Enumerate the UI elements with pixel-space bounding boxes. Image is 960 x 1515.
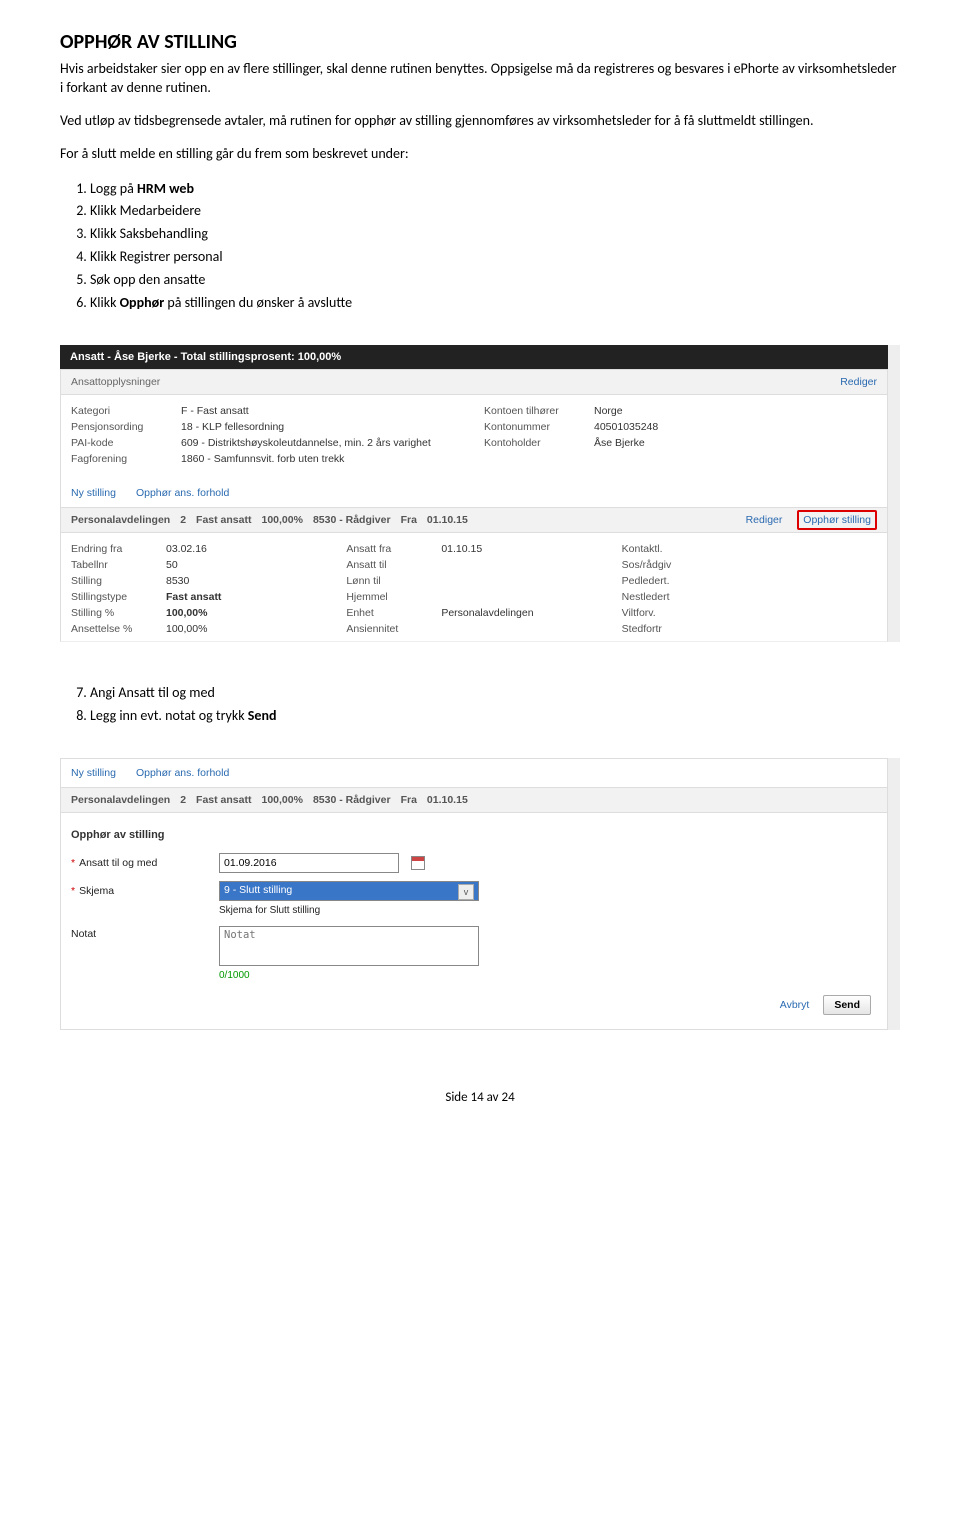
- list-item: Legg inn evt. notat og trykk Send: [90, 705, 900, 728]
- stilling-header: Personalavdelingen 2 Fast ansatt 100,00%…: [71, 514, 468, 526]
- value-kontoholder: Åse Bjerke: [594, 437, 877, 449]
- char-counter: 0/1000: [219, 970, 877, 981]
- stilling-header-2: Personalavdelingen 2 Fast ansatt 100,00%…: [71, 794, 468, 806]
- label-pensjon: Pensjonsording: [71, 421, 181, 433]
- value-enhet: Personalavdelingen: [441, 607, 601, 619]
- label-ansatt-til: Ansatt til: [346, 559, 441, 571]
- screenshot-2: Ny stilling Opphør ans. forhold Personal…: [60, 758, 900, 1030]
- value-ansettelse-prosent: 100,00%: [166, 623, 326, 635]
- steps-list-2: Angi Ansatt til og med Legg inn evt. not…: [90, 682, 900, 728]
- label-pedledert: Pedledert.: [622, 575, 717, 587]
- value-pai: 609 - Distriktshøyskoleutdannelse, min. …: [181, 437, 464, 449]
- label-nestledert: Nestledert: [622, 591, 717, 603]
- paragraph-1: Hvis arbeidstaker sier opp en av flere s…: [60, 60, 900, 98]
- label-sosradgiv: Sos/rådgiv: [622, 559, 717, 571]
- label-skjema: Skjema: [79, 885, 114, 897]
- value-ansatt-til: [441, 559, 601, 571]
- list-item: Angi Ansatt til og med: [90, 682, 900, 705]
- list-item: Klikk Medarbeidere: [90, 200, 900, 223]
- label-ansatt-til-og-med: Ansatt til og med: [79, 857, 157, 869]
- rediger-link[interactable]: Rediger: [840, 376, 877, 388]
- ansatt-til-og-med-input[interactable]: [219, 853, 399, 873]
- label-ansatt-fra: Ansatt fra: [346, 543, 441, 555]
- list-item: Søk opp den ansatte: [90, 269, 900, 292]
- avbryt-link[interactable]: Avbryt: [780, 999, 810, 1011]
- list-item: Logg på HRM web: [90, 178, 900, 201]
- label-stilling: Stilling: [71, 575, 166, 587]
- label-kontonummer: Kontonummer: [484, 421, 594, 433]
- label-endring-fra: Endring fra: [71, 543, 166, 555]
- label-pai: PAI-kode: [71, 437, 181, 449]
- paragraph-2: Ved utløp av tidsbegrensede avtaler, må …: [60, 112, 900, 131]
- value-pensjon: 18 - KLP fellesordning: [181, 421, 464, 433]
- screenshot-1: Ansatt - Åse Bjerke - Total stillingspro…: [60, 345, 900, 642]
- value-fagforening: 1860 - Samfunnsvit. forb uten trekk: [181, 453, 464, 465]
- notat-textarea[interactable]: [219, 926, 479, 966]
- send-button[interactable]: Send: [823, 995, 871, 1015]
- label-enhet: Enhet: [346, 607, 441, 619]
- label-kontoholder: Kontoholder: [484, 437, 594, 449]
- highlight-box: Opphør stilling: [797, 510, 877, 530]
- list-item: Klikk Registrer personal: [90, 246, 900, 269]
- required-icon: *: [71, 885, 75, 897]
- required-icon: *: [71, 857, 75, 869]
- ny-stilling-link[interactable]: Ny stilling: [71, 487, 116, 499]
- label-fagforening: Fagforening: [71, 453, 181, 465]
- label-kategori: Kategori: [71, 405, 181, 417]
- page-footer: Side 14 av 24: [60, 1090, 900, 1105]
- opphor-stilling-link[interactable]: Opphør stilling: [803, 514, 871, 526]
- value-ansatt-fra: 01.10.15: [441, 543, 601, 555]
- rediger-stilling-link[interactable]: Rediger: [746, 514, 783, 526]
- value-endring-fra: 03.02.16: [166, 543, 326, 555]
- value-kategori: F - Fast ansatt: [181, 405, 464, 417]
- value-stilling: 8530: [166, 575, 326, 587]
- value-tabellnr: 50: [166, 559, 326, 571]
- list-item: Klikk Opphør på stillingen du ønsker å a…: [90, 292, 900, 315]
- opphor-ans-forhold-link[interactable]: Opphør ans. forhold: [136, 487, 229, 499]
- section-header-ansattopplysninger: Ansattopplysninger: [71, 376, 160, 388]
- label-kontaktl: Kontaktl.: [622, 543, 717, 555]
- label-stedfortr: Stedfortr: [622, 623, 717, 635]
- skjema-subtext: Skjema for Slutt stilling: [219, 905, 877, 922]
- label-stilling-prosent: Stilling %: [71, 607, 166, 619]
- paragraph-3: For å slutt melde en stilling går du fre…: [60, 145, 900, 164]
- value-stilling-prosent: 100,00%: [166, 607, 326, 619]
- list-item: Klikk Saksbehandling: [90, 223, 900, 246]
- opphor-ans-forhold-link-2[interactable]: Opphør ans. forhold: [136, 767, 229, 779]
- value-konto-tilhorer: Norge: [594, 405, 877, 417]
- label-lonn-til: Lønn til: [346, 575, 441, 587]
- label-konto-tilhorer: Kontoen tilhører: [484, 405, 594, 417]
- label-viltforv: Viltforv.: [622, 607, 717, 619]
- value-hjemmel: [441, 591, 601, 603]
- calendar-icon[interactable]: [411, 856, 425, 870]
- label-notat: Notat: [71, 928, 96, 940]
- ny-stilling-link-2[interactable]: Ny stilling: [71, 767, 116, 779]
- label-ansettelse-prosent: Ansettelse %: [71, 623, 166, 635]
- label-stillingstype: Stillingstype: [71, 591, 166, 603]
- value-ansiennitet: [441, 623, 601, 635]
- value-lonn-til: [441, 575, 601, 587]
- label-ansiennitet: Ansiennitet: [346, 623, 441, 635]
- label-hjemmel: Hjemmel: [346, 591, 441, 603]
- form-title: Opphør av stilling: [71, 823, 877, 849]
- page-title: OPPHØR AV STILLING: [60, 30, 900, 54]
- employee-title-bar: Ansatt - Åse Bjerke - Total stillingspro…: [60, 345, 888, 369]
- value-stillingstype: Fast ansatt: [166, 591, 326, 603]
- value-kontonummer: 40501035248: [594, 421, 877, 433]
- label-tabellnr: Tabellnr: [71, 559, 166, 571]
- skjema-select[interactable]: 9 - Slutt stilling: [219, 881, 479, 901]
- steps-list: Logg på HRM web Klikk Medarbeidere Klikk…: [90, 178, 900, 315]
